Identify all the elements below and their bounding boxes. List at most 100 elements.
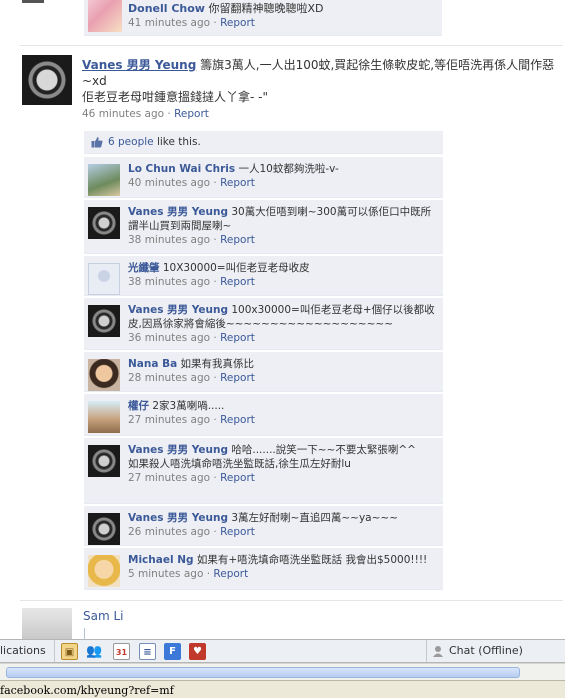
horizontal-scrollbar[interactable] — [0, 663, 565, 680]
comment-time[interactable]: 41 minutes ago — [128, 17, 210, 29]
applications-menu[interactable]: lications — [0, 644, 46, 657]
scrollbar-thumb[interactable] — [6, 667, 520, 678]
commenter-name[interactable]: Vanes 男男 Yeung — [128, 512, 228, 524]
comment-text-line: Donell Chow 你留翻精神聰晚聰啦XD — [128, 2, 438, 16]
flash-app-icon[interactable]: F — [164, 643, 181, 660]
comment-body: Nana Ba 如果有我真係比 28 minutes ago · Report — [128, 357, 438, 385]
commenter-avatar[interactable] — [88, 359, 120, 391]
comment-meta: 28 minutes ago · Report — [128, 372, 255, 384]
comment-body: Vanes 男男 Yeung 哈哈.......說笑一下~~不要太緊張喇^^ 如… — [128, 443, 438, 485]
commenter-avatar[interactable] — [88, 445, 120, 477]
commenter-name[interactable]: Donell Chow — [128, 2, 205, 15]
comment: Vanes 男男 Yeung 3萬左好耐喇~直追四萬~~ya~~~ 26 min… — [84, 506, 443, 546]
comment-time[interactable]: 36 minutes ago — [128, 332, 210, 344]
comment-time[interactable]: 27 minutes ago — [128, 472, 210, 484]
commenter-avatar[interactable] — [88, 305, 120, 337]
comment-time[interactable]: 38 minutes ago — [128, 234, 210, 246]
friends-app-icon[interactable]: 👥 — [86, 643, 103, 660]
report-link[interactable]: Report — [220, 526, 255, 538]
commenter-name[interactable]: Vanes 男男 Yeung — [128, 206, 228, 218]
comment-meta: 36 minutes ago · Report — [128, 332, 255, 344]
comment-donell-chow: Donell Chow 你留翻精神聰晚聰啦XD 41 minutes ago ·… — [84, 0, 442, 36]
post-time[interactable]: 46 minutes ago — [82, 108, 164, 120]
comment: Vanes 男男 Yeung 哈哈.......說笑一下~~不要太緊張喇^^ 如… — [84, 438, 443, 504]
likes-count-link[interactable]: 6 people — [108, 136, 154, 148]
browser-status-bar: facebook.com/khyeung?ref=mf — [0, 680, 565, 698]
report-link[interactable]: Report — [220, 414, 255, 426]
comment: Vanes 男男 Yeung 30萬大佢唔到喇~300萬可以係佢口中既所謂半山買… — [84, 200, 443, 254]
comment-text: 你留翻精神聰晚聰啦XD — [208, 2, 324, 15]
application-bar: lications ▣ 👥 31 ≡ F ♥ Chat (Offline) — [0, 639, 565, 663]
post-message: Vanes 男男 Yeung 籌旗3萬人,一人出100蚊,買起徐生條軟皮蛇,等佢… — [82, 57, 562, 105]
default-avatar-icon[interactable] — [88, 263, 120, 295]
report-link[interactable]: Report — [220, 276, 255, 288]
commenter-avatar[interactable] — [88, 164, 120, 196]
commenter-avatar[interactable] — [88, 513, 120, 545]
report-link[interactable]: Report — [213, 568, 248, 580]
previous-post-edge — [22, 0, 44, 3]
poster-name[interactable]: Vanes 男男 Yeung — [82, 58, 196, 72]
commenter-avatar[interactable] — [88, 401, 120, 433]
comment-time[interactable]: 27 minutes ago — [128, 414, 210, 426]
commenter-name[interactable]: Michael Ng — [128, 554, 194, 566]
comment-body: Vanes 男男 Yeung 3萬左好耐喇~直追四萬~~ya~~~ 26 min… — [128, 511, 438, 539]
commenter-name[interactable]: Lo Chun Wai Chris — [128, 163, 235, 175]
comment-text: 如果有我真係比 — [180, 358, 255, 370]
comment-text: 如果有+唔洗填命唔洗坐監既話 我會出$5000!!!! — [196, 554, 428, 566]
report-link[interactable]: Report — [174, 108, 209, 120]
report-link[interactable]: Report — [220, 332, 255, 344]
post-separator — [20, 600, 563, 601]
comment-body: 光纖肇 10X30000=叫佢老豆老母收皮 38 minutes ago · R… — [128, 261, 438, 289]
poster-avatar[interactable] — [22, 55, 72, 105]
poster-name[interactable]: Sam Li — [83, 609, 124, 623]
comment-meta: 41 minutes ago · Report — [128, 17, 255, 29]
app-icon[interactable]: ♥ — [189, 643, 206, 660]
post-text-line2: 佢老豆老母咁鍾意搵錢撻人丫拿- -" — [82, 90, 268, 104]
report-link[interactable]: Report — [220, 234, 255, 246]
commenter-name[interactable]: Nana Ba — [128, 358, 177, 370]
chat-bar[interactable]: Chat (Offline) — [426, 640, 565, 662]
commenter-name[interactable]: Vanes 男男 Yeung — [128, 444, 228, 456]
comment-time[interactable]: 40 minutes ago — [128, 177, 210, 189]
comment-time[interactable]: 26 minutes ago — [128, 526, 210, 538]
report-link[interactable]: Report — [220, 472, 255, 484]
events-calendar-icon[interactable]: 31 — [113, 643, 130, 660]
photos-app-icon[interactable]: ▣ — [61, 643, 78, 660]
report-link[interactable]: Report — [220, 17, 255, 29]
comment-body: Vanes 男男 Yeung 30萬大佢唔到喇~300萬可以係佢口中既所謂半山買… — [128, 205, 438, 247]
comment-meta: 27 minutes ago · Report — [128, 472, 255, 484]
comment-time[interactable]: 28 minutes ago — [128, 372, 210, 384]
commenter-avatar[interactable] — [88, 555, 120, 587]
comment-time[interactable]: 38 minutes ago — [128, 276, 210, 288]
comment-meta: 26 minutes ago · Report — [128, 526, 255, 538]
comment-text: 哈哈.......說笑一下~~不要太緊張喇^^ — [231, 444, 416, 456]
comment-text-line2: 如果殺人唔洗填命唔洗坐監既話,徐生瓜左好耐lu — [128, 458, 351, 470]
notes-app-icon[interactable]: ≡ — [139, 643, 156, 660]
comment: Vanes 男男 Yeung 100x30000=叫佢老豆老母+個仔以後都收皮,… — [84, 298, 443, 350]
report-link[interactable]: Report — [220, 372, 255, 384]
comment-meta: 27 minutes ago · Report — [128, 414, 255, 426]
comment: Lo Chun Wai Chris 一人10蚊都夠洗啦-v- 40 minute… — [84, 157, 443, 198]
comment-meta: 40 minutes ago · Report — [128, 177, 255, 189]
report-link[interactable]: Report — [220, 177, 255, 189]
commenter-name[interactable]: Vanes 男男 Yeung — [128, 304, 228, 316]
status-url: facebook.com/khyeung?ref=mf — [0, 684, 174, 697]
commenter-name[interactable]: 光纖肇 — [128, 262, 160, 274]
comment-text: 3萬左好耐喇~直追四萬~~ya~~~ — [231, 512, 398, 524]
comment-body: Michael Ng 如果有+唔洗填命唔洗坐監既話 我會出$5000!!!! 5… — [128, 553, 438, 581]
chat-label: Chat (Offline) — [449, 644, 523, 657]
comment: 光纖肇 10X30000=叫佢老豆老母收皮 38 minutes ago · R… — [84, 256, 443, 296]
commenter-avatar[interactable] — [88, 207, 120, 239]
poster-avatar[interactable] — [22, 608, 72, 640]
comment: Nana Ba 如果有我真係比 28 minutes ago · Report — [84, 352, 443, 392]
likes-text: 6 people like this. — [108, 136, 201, 148]
thumbs-up-icon — [91, 137, 103, 148]
comment: Michael Ng 如果有+唔洗填命唔洗坐監既話 我會出$5000!!!! 5… — [84, 548, 443, 590]
comment-text: 10X30000=叫佢老豆老母收皮 — [162, 262, 310, 274]
divider — [54, 640, 55, 662]
commenter-name[interactable]: 權仔 — [128, 400, 149, 412]
commenter-avatar[interactable] — [88, 0, 122, 32]
comment-text: 2家3萬喇喎..... — [152, 400, 225, 412]
comment-time[interactable]: 5 minutes ago — [128, 568, 203, 580]
comment-body: Lo Chun Wai Chris 一人10蚊都夠洗啦-v- 40 minute… — [128, 162, 438, 190]
